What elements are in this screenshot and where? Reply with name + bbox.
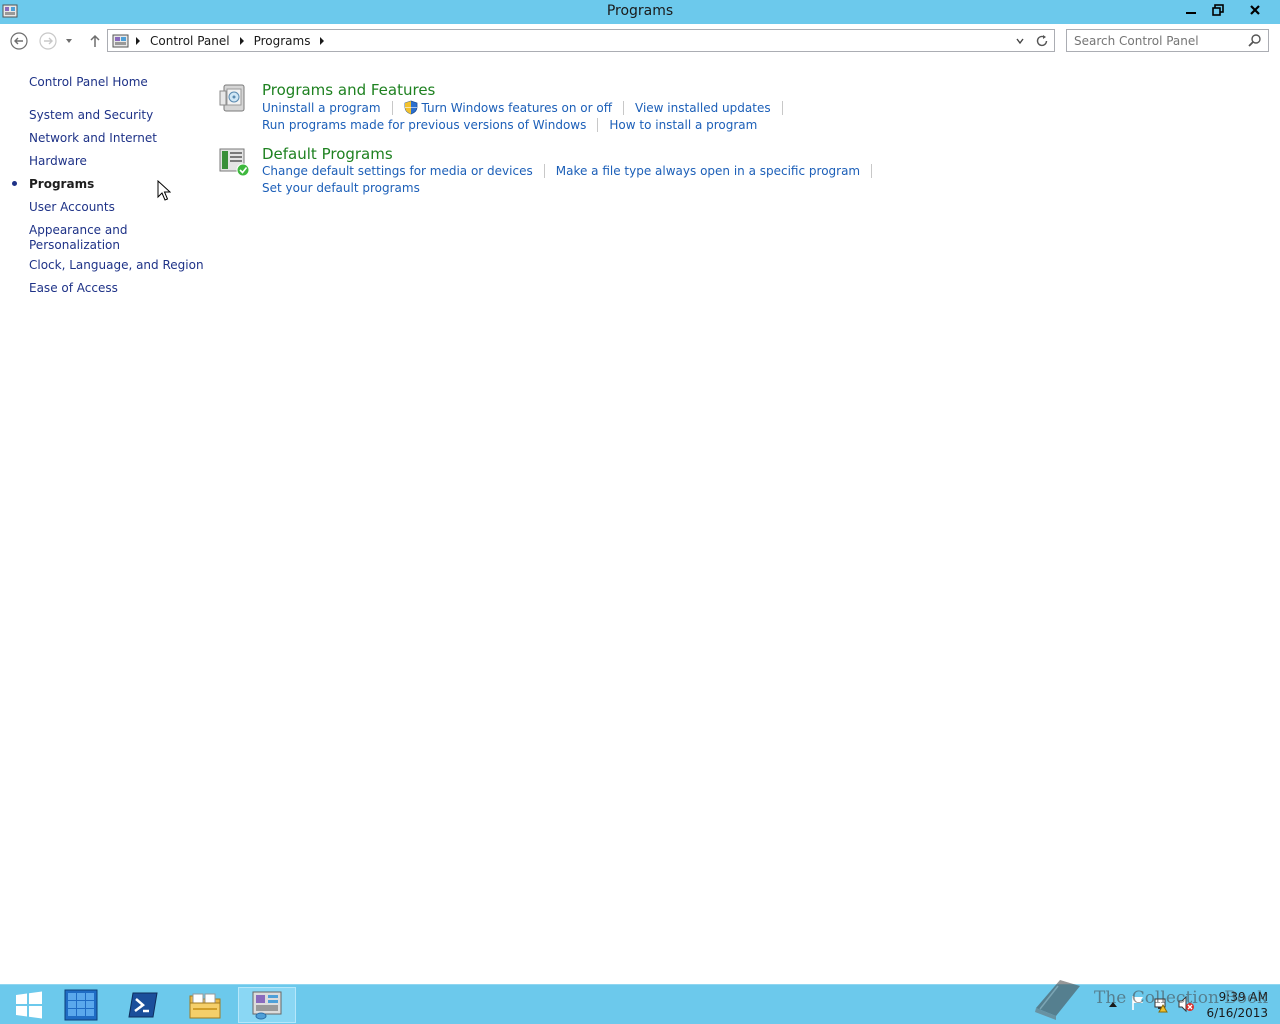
forward-arrow-icon bbox=[39, 32, 57, 50]
uac-shield-icon bbox=[404, 100, 417, 115]
separator bbox=[871, 164, 873, 178]
breadcrumb-arrow-icon[interactable] bbox=[314, 32, 330, 50]
nav-programs[interactable]: Programs bbox=[29, 177, 94, 192]
search-input[interactable] bbox=[1067, 30, 1245, 51]
powershell-taskbar-button[interactable] bbox=[114, 987, 172, 1023]
nav-appearance-line1: Appearance and bbox=[29, 223, 128, 237]
programs-features-tasks-line-2: Run programs made for previous versions … bbox=[262, 118, 757, 132]
default-programs-tasks-line-1: Change default settings for media or dev… bbox=[262, 164, 883, 178]
file-explorer-taskbar-button[interactable] bbox=[176, 987, 234, 1023]
title-bar: Programs bbox=[0, 0, 1280, 24]
minimize-icon bbox=[1186, 12, 1196, 14]
back-button[interactable] bbox=[9, 31, 29, 51]
minimize-button[interactable] bbox=[1178, 0, 1204, 20]
uninstall-program-link[interactable]: Uninstall a program bbox=[262, 101, 381, 115]
forward-button[interactable] bbox=[38, 31, 58, 51]
file-type-association-link[interactable]: Make a file type always open in a specif… bbox=[556, 164, 860, 178]
current-page-bullet bbox=[12, 181, 17, 186]
breadcrumb-control-panel[interactable]: Control Panel bbox=[146, 34, 234, 48]
programs-and-features-link[interactable]: Programs and Features bbox=[262, 81, 435, 99]
set-default-programs-link[interactable]: Set your default programs bbox=[262, 181, 420, 195]
chevron-down-icon bbox=[1016, 38, 1024, 45]
breadcrumb-programs[interactable]: Programs bbox=[250, 34, 315, 48]
window-title: Programs bbox=[606, 3, 674, 19]
nav-control-panel-home[interactable]: Control Panel Home bbox=[29, 75, 148, 90]
control-panel-location-icon bbox=[112, 34, 129, 48]
breadcrumb-arrow-icon[interactable] bbox=[234, 32, 250, 50]
start-button[interactable] bbox=[0, 987, 58, 1023]
watermark: The Collection Book bbox=[1030, 974, 1270, 1024]
control-panel-taskbar-button[interactable] bbox=[238, 987, 296, 1023]
recent-locations-button[interactable] bbox=[62, 31, 76, 51]
close-icon bbox=[1250, 5, 1260, 15]
run-older-programs-link[interactable]: Run programs made for previous versions … bbox=[262, 118, 586, 132]
restore-icon bbox=[1212, 4, 1224, 16]
restore-button[interactable] bbox=[1205, 0, 1231, 20]
nav-user-accounts[interactable]: User Accounts bbox=[29, 200, 115, 215]
separator bbox=[623, 100, 625, 115]
watermark-text: The Collection Book bbox=[1094, 988, 1268, 1008]
breadcrumb: Control Panel Programs bbox=[110, 32, 330, 50]
mouse-pointer-icon bbox=[157, 180, 171, 201]
nav-system-and-security[interactable]: System and Security bbox=[29, 108, 153, 123]
separator bbox=[543, 164, 545, 178]
chevron-down-icon bbox=[66, 39, 72, 43]
back-arrow-icon bbox=[10, 32, 28, 50]
control-panel-icon bbox=[252, 991, 282, 1020]
nav-ease-of-access[interactable]: Ease of Access bbox=[29, 281, 118, 296]
search-box[interactable] bbox=[1066, 29, 1269, 52]
nav-appearance-and-personalization[interactable]: Appearance and Personalization bbox=[29, 223, 127, 253]
programs-features-tasks-line-1: Uninstall a program Turn Windows feature… bbox=[262, 100, 794, 115]
separator bbox=[391, 100, 393, 115]
up-button[interactable] bbox=[85, 31, 105, 51]
default-programs-tasks-line-2: Set your default programs bbox=[262, 181, 420, 195]
nav-clock-language-region[interactable]: Clock, Language, and Region bbox=[29, 258, 204, 273]
turn-windows-features-link[interactable]: Turn Windows features on or off bbox=[422, 101, 613, 115]
powershell-icon bbox=[128, 992, 158, 1018]
address-bar[interactable]: Control Panel Programs bbox=[107, 29, 1055, 52]
refresh-button[interactable] bbox=[1034, 33, 1050, 49]
default-programs-link[interactable]: Default Programs bbox=[262, 145, 393, 163]
refresh-icon bbox=[1036, 35, 1048, 47]
folder-icon bbox=[189, 993, 221, 1019]
separator bbox=[781, 100, 783, 115]
view-installed-updates-link[interactable]: View installed updates bbox=[635, 101, 771, 115]
address-history-button[interactable] bbox=[1012, 33, 1028, 49]
up-arrow-icon bbox=[90, 34, 100, 47]
separator bbox=[597, 118, 599, 132]
nav-network-and-internet[interactable]: Network and Internet bbox=[29, 131, 157, 146]
programs-features-icon[interactable] bbox=[218, 81, 250, 113]
windows-logo-icon bbox=[16, 991, 42, 1019]
breadcrumb-arrow-icon[interactable] bbox=[130, 32, 146, 50]
how-to-install-program-link[interactable]: How to install a program bbox=[609, 118, 757, 132]
navigation-bar: Control Panel Programs bbox=[0, 24, 1280, 58]
search-icon[interactable] bbox=[1248, 33, 1262, 47]
default-programs-icon[interactable] bbox=[218, 145, 250, 177]
nav-hardware[interactable]: Hardware bbox=[29, 154, 87, 169]
change-media-defaults-link[interactable]: Change default settings for media or dev… bbox=[262, 164, 533, 178]
book-logo-icon bbox=[1035, 980, 1080, 1020]
nav-appearance-line2: Personalization bbox=[29, 238, 120, 252]
server-manager-taskbar-button[interactable] bbox=[52, 987, 110, 1023]
close-button[interactable] bbox=[1232, 0, 1278, 20]
server-manager-icon bbox=[64, 989, 98, 1021]
